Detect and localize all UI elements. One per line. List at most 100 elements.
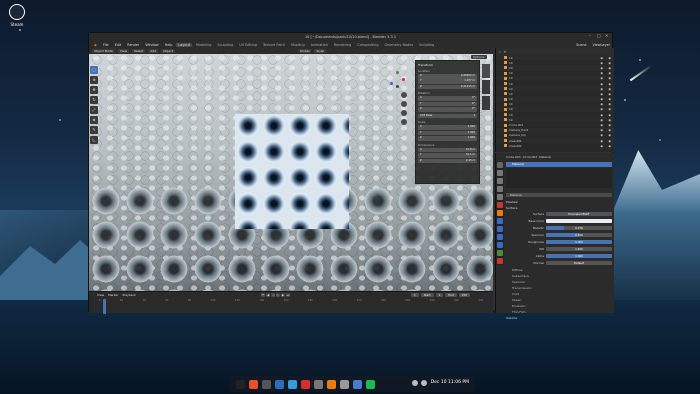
- menu-edit[interactable]: Edit: [113, 43, 124, 47]
- shader-subsection[interactable]: Specular: [506, 280, 612, 284]
- visibility-eye-icon[interactable]: ◉: [608, 128, 611, 132]
- play-icon[interactable]: ▷: [276, 293, 280, 297]
- visibility-eye-icon[interactable]: ◉: [608, 82, 611, 86]
- object-mode-dropdown[interactable]: Object Mode: [92, 49, 115, 53]
- camera-toggle-icon[interactable]: ◉: [600, 107, 603, 111]
- shader-subsection[interactable]: Sheen: [506, 298, 612, 302]
- world-tab-icon[interactable]: [497, 202, 503, 208]
- tab-shading[interactable]: Shading: [289, 43, 307, 47]
- brave-browser-icon[interactable]: [249, 379, 258, 389]
- play-reverse-icon[interactable]: ◁: [271, 293, 275, 297]
- measure-icon[interactable]: ◺: [90, 136, 98, 144]
- start-frame-field[interactable]: 1: [435, 293, 444, 297]
- rotate-icon[interactable]: ↻: [90, 96, 98, 104]
- filter-icon[interactable]: ⏷: [504, 50, 506, 54]
- outliner-item[interactable]: Area.002 ◉ ◉: [496, 143, 614, 148]
- maximize-icon[interactable]: □: [597, 34, 601, 38]
- shader-subsection[interactable]: Thin Film: [506, 310, 612, 314]
- tab-layout[interactable]: Layout: [176, 42, 192, 47]
- visibility-eye-icon[interactable]: ◉: [608, 66, 611, 70]
- tab-geometry-nodes[interactable]: Geometry Nodes: [383, 43, 416, 47]
- current-frame-field[interactable]: 1: [411, 293, 419, 297]
- shader-subsection[interactable]: Diffuse: [506, 268, 612, 272]
- camera-toggle-icon[interactable]: ◉: [600, 92, 603, 96]
- visibility-eye-icon[interactable]: ◉: [608, 118, 611, 122]
- blender-icon[interactable]: [327, 379, 336, 389]
- camera-toggle-icon[interactable]: ◉: [600, 61, 603, 65]
- tab-uv-editing[interactable]: UV Editing: [237, 43, 259, 47]
- output-tab-icon[interactable]: [497, 178, 503, 184]
- material-slot[interactable]: Material: [506, 162, 612, 167]
- shader-input-field[interactable]: 1.000: [546, 239, 612, 244]
- finder-icon[interactable]: [275, 379, 284, 389]
- network-icon[interactable]: [412, 380, 418, 386]
- object-tab-icon[interactable]: [497, 210, 503, 216]
- scale-y-field[interactable]: Y 1.000: [418, 130, 477, 136]
- file-manager-icon[interactable]: [262, 379, 271, 389]
- volume-section[interactable]: Volume: [506, 316, 612, 320]
- shader-subsection[interactable]: Coat: [506, 292, 612, 296]
- menu-file[interactable]: File: [101, 43, 111, 47]
- visibility-eye-icon[interactable]: ◉: [608, 102, 611, 106]
- camera-toggle-icon[interactable]: ◉: [600, 102, 603, 106]
- camera-toggle-icon[interactable]: ◉: [600, 97, 603, 101]
- scene-tab-icon[interactable]: [497, 194, 503, 200]
- cursor-icon[interactable]: ⊕: [90, 76, 98, 84]
- rotation-y-field[interactable]: Y 0°: [418, 101, 477, 107]
- shader-subsection[interactable]: Subsurface: [506, 274, 612, 278]
- rotation-mode-dropdown[interactable]: XYZ Euler ▾: [418, 113, 477, 119]
- scale-icon[interactable]: ⤢: [90, 106, 98, 114]
- visibility-eye-icon[interactable]: ◉: [608, 113, 611, 117]
- view-menu[interactable]: View: [117, 49, 130, 53]
- spotify-icon[interactable]: [366, 379, 375, 389]
- end-frame-field[interactable]: 250: [458, 293, 471, 297]
- tool-tab-icon[interactable]: [497, 162, 503, 168]
- shader-input-field[interactable]: Default: [546, 260, 612, 265]
- shader-input-field[interactable]: 0.500: [546, 232, 612, 237]
- camera-toggle-icon[interactable]: ◉: [600, 87, 603, 91]
- menu-render[interactable]: Render: [125, 43, 141, 47]
- snap-toggle[interactable]: Snap: [314, 49, 327, 53]
- calculator-icon[interactable]: [314, 379, 323, 389]
- scale-x-field[interactable]: X 1.000: [418, 125, 477, 130]
- viewlayer-selector[interactable]: ViewLayer: [591, 43, 613, 47]
- timeline-playback-menu[interactable]: Playback: [123, 293, 136, 297]
- tab-scripting[interactable]: Scripting: [417, 43, 436, 47]
- sidebar-tab-item[interactable]: [482, 64, 490, 78]
- data-tab-icon[interactable]: [497, 250, 503, 256]
- outliner-search-icon[interactable]: ⌕: [499, 50, 501, 54]
- window-titlebar[interactable]: 10 [~/Documents/pack/10/10.blend] - Blen…: [89, 33, 612, 41]
- shader-subsection[interactable]: Transmission: [506, 286, 612, 290]
- photos-icon[interactable]: [288, 379, 297, 389]
- visibility-eye-icon[interactable]: ◉: [608, 97, 611, 101]
- constraints-tab-icon[interactable]: [497, 242, 503, 248]
- camera-toggle-icon[interactable]: ◉: [600, 139, 603, 143]
- visibility-eye-icon[interactable]: ◉: [608, 76, 611, 80]
- visibility-eye-icon[interactable]: ◉: [608, 61, 611, 65]
- tab-texture-paint[interactable]: Texture Paint: [261, 43, 287, 47]
- options-dropdown[interactable]: Options: [471, 55, 487, 59]
- timeline-view-menu[interactable]: View: [97, 293, 104, 297]
- camera-toggle-icon[interactable]: ◉: [600, 133, 603, 137]
- render-tab-icon[interactable]: [497, 170, 503, 176]
- volume-icon[interactable]: [421, 380, 427, 386]
- object-menu[interactable]: Object: [161, 49, 175, 53]
- camera-toggle-icon[interactable]: ◉: [600, 123, 603, 127]
- timeline-marker-menu[interactable]: Marker: [108, 293, 118, 297]
- visibility-eye-icon[interactable]: ◉: [608, 87, 611, 91]
- add-menu[interactable]: Add: [148, 49, 159, 53]
- prev-key-icon[interactable]: ◀: [266, 293, 270, 297]
- camera-toggle-icon[interactable]: ◉: [600, 118, 603, 122]
- surface-shader-field[interactable]: Principled BSDF: [546, 211, 612, 216]
- timeline-ruler[interactable]: 0 20 40 60 80 100 120 140 160 180 200 22…: [89, 299, 493, 304]
- select-menu[interactable]: Select: [132, 49, 146, 53]
- shader-subsection[interactable]: Emission: [506, 304, 612, 308]
- tab-rendering[interactable]: Rendering: [332, 43, 353, 47]
- preview-section[interactable]: Preview: [506, 200, 612, 204]
- rotation-x-field[interactable]: X 0°: [418, 96, 477, 101]
- close-icon[interactable]: ✕: [605, 34, 609, 38]
- camera-toggle-icon[interactable]: ◉: [600, 66, 603, 70]
- material-tab-icon[interactable]: [497, 258, 503, 264]
- camera-toggle-icon[interactable]: ◉: [600, 71, 603, 75]
- material-slot-list[interactable]: [506, 168, 612, 188]
